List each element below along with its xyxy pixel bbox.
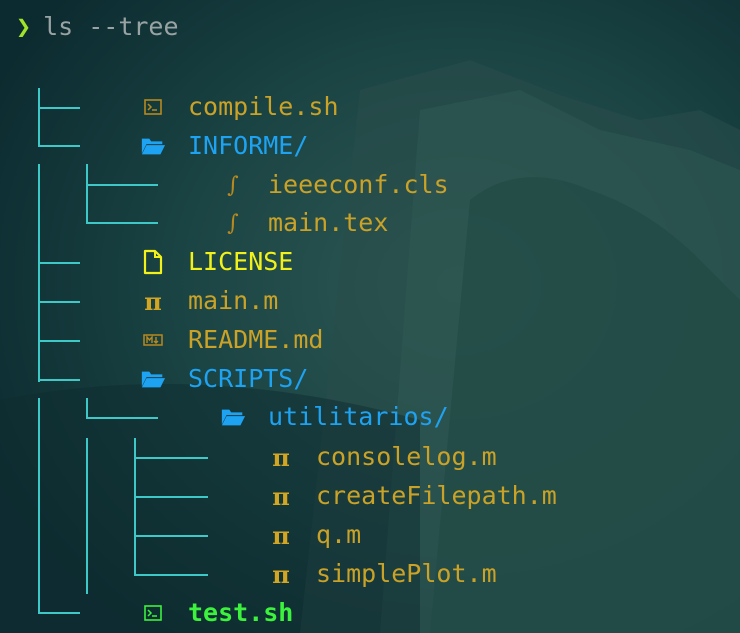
- tree-item-simpleplot[interactable]: π simplePlot.m: [268, 558, 497, 590]
- directory-name: utilitarios/: [268, 402, 449, 431]
- tree-connector: [38, 340, 80, 342]
- tree-connector: [38, 262, 80, 264]
- tree-connector: [38, 107, 80, 109]
- tree-item-test-sh[interactable]: test.sh: [140, 597, 293, 629]
- file-name: main.m: [188, 286, 279, 315]
- tree-item-main-tex[interactable]: ∫ main.tex: [220, 207, 388, 239]
- folder-open-icon: [220, 404, 246, 430]
- tree-item-consolelog[interactable]: π consolelog.m: [268, 441, 497, 473]
- tree-connector: [38, 612, 80, 614]
- tree-connector: [86, 417, 158, 419]
- tree-item-informe[interactable]: INFORME/: [140, 130, 308, 162]
- pi-icon: π: [272, 442, 290, 472]
- terminal-icon: [140, 600, 166, 626]
- tree-connector: [38, 379, 80, 381]
- file-name: main.tex: [268, 208, 389, 237]
- pi-icon: π: [272, 559, 290, 589]
- terminal-window: ❯ ls --tree compile.sh INFORME/ ∫ ieeecon…: [0, 0, 740, 633]
- tree-connector: [86, 398, 88, 418]
- tree-item-main-m[interactable]: π main.m: [140, 285, 278, 317]
- file-name: LICENSE: [188, 247, 294, 276]
- tree-connector: [86, 184, 158, 186]
- file-name: README.md: [188, 325, 324, 354]
- tree-item-scripts[interactable]: SCRIPTS/: [140, 363, 308, 395]
- file-name: q.m: [316, 520, 362, 549]
- tree-connector: [134, 457, 208, 459]
- folder-open-icon: [140, 133, 166, 159]
- tree-item-readme[interactable]: README.md: [140, 324, 323, 356]
- tex-icon: ∫: [227, 210, 239, 236]
- tree-item-ieeeconf[interactable]: ∫ ieeeconf.cls: [220, 169, 449, 201]
- tree-item-createfilepath[interactable]: π createFilepath.m: [268, 480, 557, 512]
- file-name: simplePlot.m: [316, 559, 497, 588]
- tree-connector: [38, 164, 40, 245]
- file-name: compile.sh: [188, 92, 339, 121]
- directory-name: SCRIPTS/: [188, 364, 309, 393]
- prompt-caret-icon: ❯: [16, 12, 32, 41]
- tree-connector: [134, 535, 208, 537]
- pi-icon: π: [144, 286, 162, 316]
- tree-connector: [134, 574, 208, 576]
- file-name: consolelog.m: [316, 442, 497, 471]
- tree-connector: [38, 398, 40, 614]
- tree-connector: [38, 301, 80, 303]
- terminal-icon: [140, 94, 166, 120]
- tree-connector: [38, 145, 80, 147]
- file-name: ieeeconf.cls: [268, 170, 449, 199]
- markdown-icon: [140, 327, 166, 353]
- file-name: createFilepath.m: [316, 481, 557, 510]
- pi-icon: π: [272, 481, 290, 511]
- tree-connector: [38, 88, 40, 146]
- command-prompt: ❯ ls --tree: [16, 12, 179, 42]
- file-icon: [140, 249, 166, 275]
- tree-connector: [86, 438, 88, 594]
- command-text: ls --tree: [43, 12, 179, 41]
- tree-connector: [86, 164, 88, 224]
- pi-icon: π: [272, 520, 290, 550]
- tree-item-q-m[interactable]: π q.m: [268, 519, 361, 551]
- tree-item-compile-sh[interactable]: compile.sh: [140, 91, 339, 123]
- tree-item-license[interactable]: LICENSE: [140, 246, 293, 278]
- directory-name: INFORME/: [188, 131, 309, 160]
- file-name: test.sh: [188, 598, 294, 627]
- tree-connector: [134, 496, 208, 498]
- tree-item-utilitarios[interactable]: utilitarios/: [220, 401, 449, 433]
- tex-icon: ∫: [227, 172, 239, 198]
- tree-connector: [86, 222, 158, 224]
- folder-open-icon: [140, 366, 166, 392]
